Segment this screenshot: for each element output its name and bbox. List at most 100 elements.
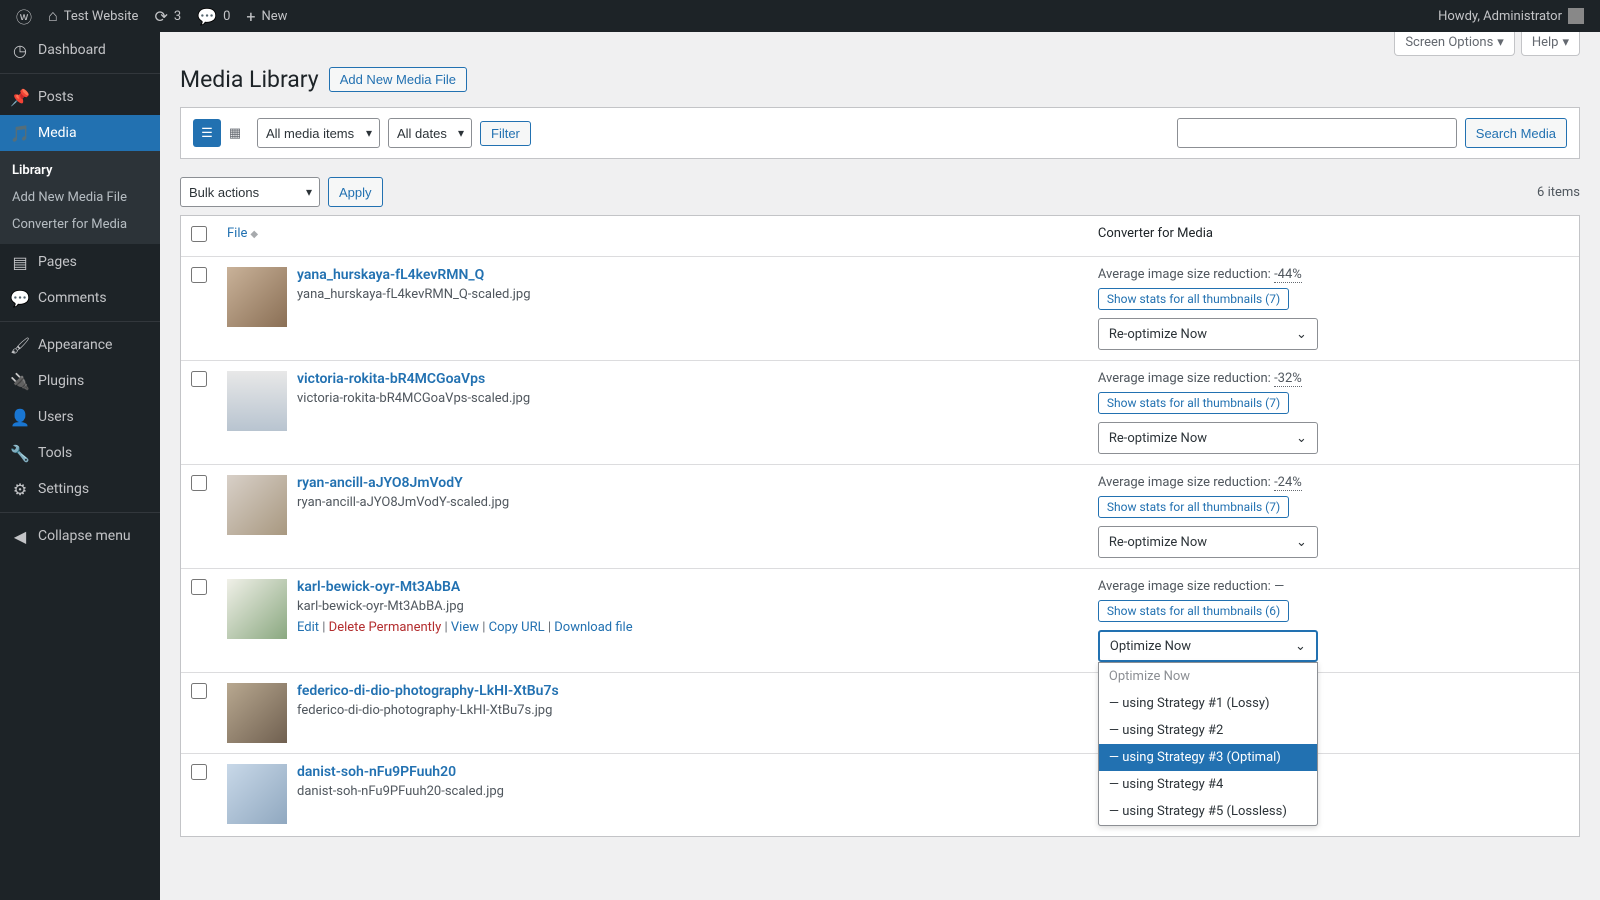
date-filter[interactable]: All dates xyxy=(388,118,472,148)
table-row: danist-soh-nFu9PFuuh20danist-soh-nFu9PFu… xyxy=(181,753,1579,836)
sidebar-item-label: Users xyxy=(38,409,74,425)
add-new-button[interactable]: Add New Media File xyxy=(329,67,467,92)
search-button[interactable]: Search Media xyxy=(1465,118,1567,148)
grid-view-button[interactable]: ▦ xyxy=(221,119,249,147)
show-stats-button[interactable]: Show stats for all thumbnails (7) xyxy=(1098,496,1289,518)
row-filename: yana_hurskaya-fL4kevRMN_Q-scaled.jpg xyxy=(297,287,531,302)
screen-options-button[interactable]: Screen Options ▾ xyxy=(1394,32,1515,56)
help-button[interactable]: Help▾ xyxy=(1521,32,1580,56)
dropdown-option[interactable]: — using Strategy #1 (Lossy) xyxy=(1099,690,1317,717)
row-title[interactable]: karl-bewick-oyr-Mt3AbBA xyxy=(297,579,633,595)
dropdown-option[interactable]: — using Strategy #4 xyxy=(1099,771,1317,798)
admin-bar: ⓦ ⌂Test Website ⟳3 💬0 +New Howdy, Admini… xyxy=(0,0,1600,32)
dropdown-option[interactable]: Optimize Now xyxy=(1099,663,1317,690)
screen-options-label: Screen Options xyxy=(1405,35,1493,50)
site-name[interactable]: ⌂Test Website xyxy=(40,0,146,32)
sidebar-sub-converter[interactable]: Converter for Media xyxy=(0,211,160,238)
thumbnail[interactable] xyxy=(227,579,287,639)
view-link[interactable]: View xyxy=(451,620,479,635)
column-file[interactable]: File◆ xyxy=(217,216,1088,256)
chevron-down-icon: ⌄ xyxy=(1296,431,1307,446)
sidebar-item-settings[interactable]: ⚙Settings xyxy=(0,471,160,507)
site-name-label: Test Website xyxy=(64,9,139,24)
wrench-icon: 🔧 xyxy=(10,443,30,463)
optimize-select[interactable]: Re-optimize Now⌄ xyxy=(1098,526,1318,558)
copy-url-link[interactable]: Copy URL xyxy=(489,620,545,635)
media-icon: 🎵 xyxy=(10,123,30,143)
updates[interactable]: ⟳3 xyxy=(146,0,189,32)
sidebar-sub-library[interactable]: Library xyxy=(0,157,160,184)
thumbnail[interactable] xyxy=(227,371,287,431)
row-filename: ryan-ancill-aJYO8JmVodY-scaled.jpg xyxy=(297,495,509,510)
sidebar-collapse[interactable]: ◀ Collapse menu xyxy=(0,512,160,554)
media-type-filter[interactable]: All media items xyxy=(257,118,380,148)
sidebar-item-users[interactable]: 👤 Users xyxy=(0,399,160,435)
download-link[interactable]: Download file xyxy=(554,620,632,635)
show-stats-button[interactable]: Show stats for all thumbnails (7) xyxy=(1098,288,1289,310)
collapse-icon: ◀ xyxy=(10,526,30,546)
thumbnail[interactable] xyxy=(227,764,287,824)
thumbnail[interactable] xyxy=(227,683,287,743)
sidebar-item-comments[interactable]: 💬Comments xyxy=(0,280,160,316)
sidebar-item-posts[interactable]: 📌Posts xyxy=(0,73,160,115)
dropdown-option[interactable]: — using Strategy #5 (Lossless) xyxy=(1099,798,1317,825)
comments[interactable]: 💬0 xyxy=(189,0,238,32)
row-title[interactable]: victoria-rokita-bR4MCGoaVps xyxy=(297,371,530,387)
optimize-select[interactable]: Optimize Now⌄ xyxy=(1098,630,1318,662)
sidebar-sub-addnew[interactable]: Add New Media File xyxy=(0,184,160,211)
chevron-down-icon: ⌄ xyxy=(1296,535,1307,550)
reduction-text: Average image size reduction: — xyxy=(1098,579,1569,594)
row-filename: federico-di-dio-photography-LkHI-XtBu7s.… xyxy=(297,703,559,718)
sidebar-item-label: Collapse menu xyxy=(38,528,131,544)
edit-link[interactable]: Edit xyxy=(297,620,319,635)
table-row: federico-di-dio-photography-LkHI-XtBu7s f… xyxy=(181,672,1579,753)
thumbnail[interactable] xyxy=(227,475,287,535)
thumbnail[interactable] xyxy=(227,267,287,327)
bulk-action-select[interactable]: Bulk actions xyxy=(180,177,320,207)
sidebar-submenu-media: Library Add New Media File Converter for… xyxy=(0,151,160,244)
sidebar-item-pages[interactable]: ▤Pages xyxy=(0,244,160,280)
new-content[interactable]: +New xyxy=(238,0,295,32)
row-title[interactable]: ryan-ancill-aJYO8JmVodY xyxy=(297,475,509,491)
sidebar-item-label: Comments xyxy=(38,290,107,306)
sidebar-item-dashboard[interactable]: ◷Dashboard xyxy=(0,32,160,68)
wp-logo[interactable]: ⓦ xyxy=(8,0,40,32)
sidebar-item-tools[interactable]: 🔧Tools xyxy=(0,435,160,471)
show-stats-button[interactable]: Show stats for all thumbnails (6) xyxy=(1098,600,1289,622)
filter-button[interactable]: Filter xyxy=(480,121,531,146)
row-title[interactable]: yana_hurskaya-fL4kevRMN_Q xyxy=(297,267,531,283)
dropdown-option[interactable]: — using Strategy #3 (Optimal) xyxy=(1099,744,1317,771)
optimize-select[interactable]: Re-optimize Now⌄ xyxy=(1098,318,1318,350)
comment-icon: 💬 xyxy=(197,7,217,26)
row-checkbox[interactable] xyxy=(191,475,207,491)
sidebar-item-label: Posts xyxy=(38,89,74,105)
sidebar-item-plugins[interactable]: 🔌Plugins xyxy=(0,363,160,399)
updates-count: 3 xyxy=(174,9,181,24)
column-converter: Converter for Media xyxy=(1088,216,1579,256)
apply-button[interactable]: Apply xyxy=(328,177,383,207)
row-checkbox[interactable] xyxy=(191,764,207,780)
table-row: yana_hurskaya-fL4kevRMN_Q yana_hurskaya-f… xyxy=(181,256,1579,360)
select-all-checkbox[interactable] xyxy=(191,226,207,242)
page-icon: ▤ xyxy=(10,252,30,272)
delete-link[interactable]: Delete Permanently xyxy=(329,620,442,635)
dropdown-option[interactable]: — using Strategy #2 xyxy=(1099,717,1317,744)
row-checkbox[interactable] xyxy=(191,579,207,595)
row-title[interactable]: federico-di-dio-photography-LkHI-XtBu7s xyxy=(297,683,559,699)
row-title[interactable]: danist-soh-nFu9PFuuh20 xyxy=(297,764,504,780)
plus-icon: + xyxy=(246,7,255,26)
sidebar-item-appearance[interactable]: 🖌Appearance xyxy=(0,321,160,363)
list-view-button[interactable]: ☰ xyxy=(193,119,221,147)
avatar xyxy=(1568,8,1584,24)
wordpress-icon: ⓦ xyxy=(16,4,32,28)
row-checkbox[interactable] xyxy=(191,683,207,699)
row-checkbox[interactable] xyxy=(191,267,207,283)
optimize-select[interactable]: Re-optimize Now⌄ xyxy=(1098,422,1318,454)
my-account[interactable]: Howdy, Administrator xyxy=(1430,0,1592,32)
row-checkbox[interactable] xyxy=(191,371,207,387)
user-icon: 👤 xyxy=(10,407,30,427)
chevron-down-icon: ▾ xyxy=(1497,35,1504,50)
search-input[interactable] xyxy=(1177,118,1457,148)
sidebar-item-media[interactable]: 🎵Media xyxy=(0,115,160,151)
show-stats-button[interactable]: Show stats for all thumbnails (7) xyxy=(1098,392,1289,414)
